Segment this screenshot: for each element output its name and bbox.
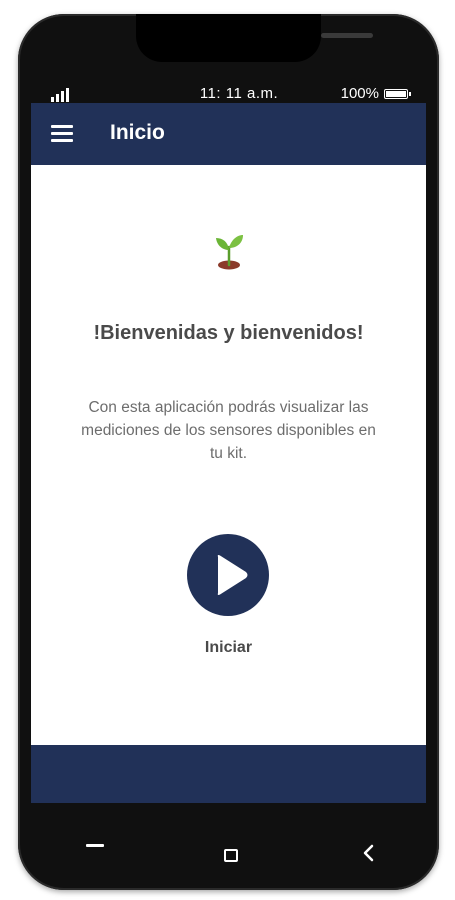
- start-button[interactable]: [187, 534, 269, 616]
- app-bar: Inicio: [31, 103, 426, 165]
- speaker-grille: [321, 33, 373, 38]
- system-nav-bar: [31, 803, 426, 863]
- battery-percent: 100%: [340, 85, 379, 102]
- status-time: 11: 11 a.m.: [199, 85, 279, 102]
- phone-frame: 11: 11 a.m. 100% Inicio !Bienvenidas y b…: [18, 14, 439, 890]
- back-icon[interactable]: [361, 843, 377, 863]
- minimize-icon[interactable]: [86, 844, 104, 847]
- start-label[interactable]: Iniciar: [31, 639, 426, 657]
- page-title: Inicio: [110, 121, 165, 144]
- sprout-icon: [216, 235, 243, 270]
- phone-notch: [136, 14, 373, 62]
- main-content: !Bienvenidas y bienvenidos! Con esta apl…: [31, 165, 426, 745]
- app-screen: Inicio !Bienvenidas y bienvenidos! Con e…: [31, 103, 426, 803]
- battery-icon: [384, 89, 411, 99]
- play-icon: [217, 555, 248, 595]
- home-icon[interactable]: [224, 849, 238, 862]
- bottom-bar: [31, 745, 426, 803]
- hamburger-menu-icon[interactable]: [51, 125, 73, 143]
- welcome-title: !Bienvenidas y bienvenidos!: [93, 322, 364, 344]
- welcome-description: Con esta aplicación podrás visualizar la…: [81, 399, 376, 462]
- signal-icon: [51, 86, 73, 102]
